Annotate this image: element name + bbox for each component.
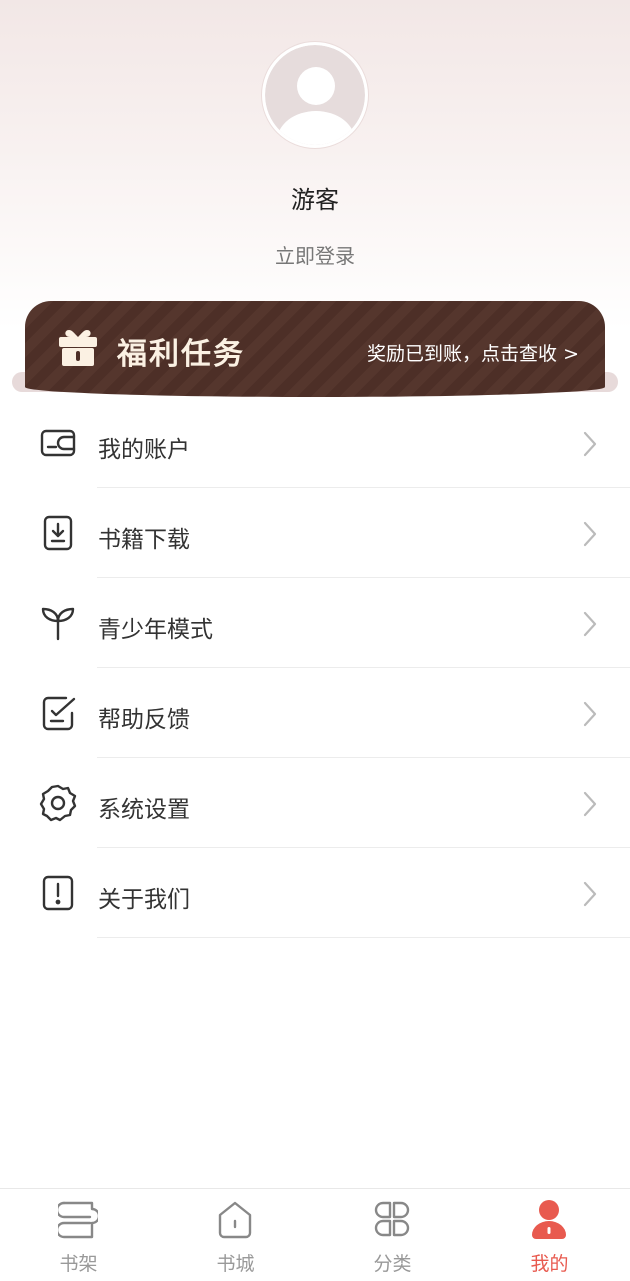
menu-item-label: 青少年模式 (98, 617, 213, 643)
home-icon (218, 1201, 252, 1239)
login-link[interactable]: 立即登录 (0, 240, 630, 269)
tab-bookshelf[interactable]: 书架 (0, 1189, 157, 1281)
info-icon (42, 875, 74, 911)
welfare-title: 福利任务 (117, 337, 245, 372)
avatar-placeholder-icon (265, 45, 365, 145)
chevron-right-icon (583, 521, 597, 547)
menu-item-label: 帮助反馈 (98, 707, 190, 733)
chevron-right-icon (583, 431, 597, 457)
username: 游客 (291, 186, 339, 214)
tab-label: 书架 (59, 1253, 98, 1275)
download-icon (43, 515, 73, 551)
welfare-claim-link[interactable]: 奖励已到账，点击查收 > (367, 339, 579, 366)
gift-icon (59, 330, 97, 366)
sprout-icon (41, 607, 75, 641)
menu-item-about[interactable]: 关于我们 (0, 848, 630, 938)
gear-icon (39, 784, 77, 822)
menu-item-settings[interactable]: 系统设置 (0, 758, 630, 848)
divider (97, 937, 630, 938)
bookshelf-icon (58, 1201, 98, 1239)
wallet-icon (40, 429, 76, 457)
category-icon (374, 1201, 410, 1237)
menu-item-label: 我的账户 (98, 437, 190, 463)
tab-mine[interactable]: 我的 (471, 1189, 628, 1281)
tab-label: 书城 (216, 1253, 255, 1275)
chevron-right-icon (583, 611, 597, 637)
tab-category[interactable]: 分类 (314, 1189, 471, 1281)
user-icon (532, 1200, 566, 1239)
tab-label: 分类 (373, 1253, 412, 1275)
menu-item-label: 关于我们 (98, 887, 190, 913)
avatar[interactable] (262, 42, 368, 148)
feedback-icon (42, 696, 76, 731)
menu-item-youth-mode[interactable]: 青少年模式 (0, 578, 630, 668)
menu-item-feedback[interactable]: 帮助反馈 (0, 668, 630, 758)
tab-bookstore[interactable]: 书城 (157, 1189, 314, 1281)
bottom-tab-bar: 书架 书城 分类 我的 (0, 1188, 630, 1281)
menu-item-account[interactable]: 我的账户 (0, 398, 630, 488)
menu-item-label: 系统设置 (98, 797, 190, 823)
settings-menu: 我的账户 书籍下载 青少年模式 帮助反馈 系统设置 关于我们 (0, 398, 630, 938)
chevron-right-icon (583, 701, 597, 727)
menu-item-download[interactable]: 书籍下载 (0, 488, 630, 578)
menu-item-label: 书籍下载 (98, 527, 190, 553)
chevron-right-icon (583, 791, 597, 817)
welfare-task-banner[interactable]: 福利任务 奖励已到账，点击查收 > (25, 301, 605, 397)
tab-label: 我的 (530, 1253, 569, 1275)
chevron-right-icon (583, 881, 597, 907)
